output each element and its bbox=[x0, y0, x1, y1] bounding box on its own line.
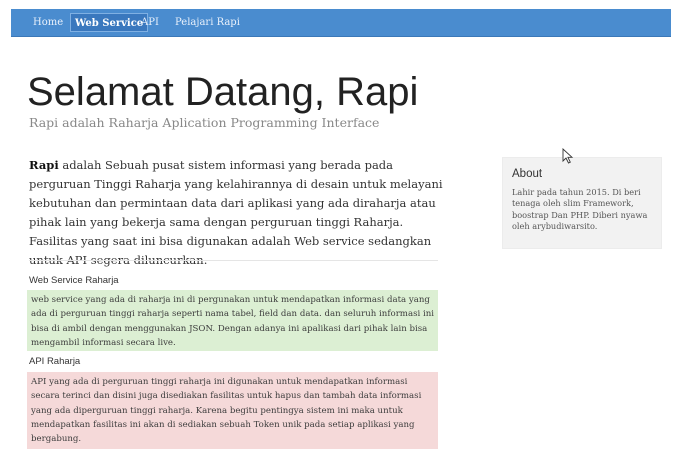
intro-paragraph: Rapi adalah Sebuah pusat sistem informas… bbox=[29, 156, 444, 270]
nav-pelajari-rapi-link[interactable]: Pelajari Rapi bbox=[171, 13, 244, 32]
intro-brand-name: Rapi bbox=[29, 158, 59, 172]
intro-text: adalah Sebuah pusat sistem informasi yan… bbox=[29, 158, 443, 267]
about-text: Lahir pada tahun 2015. Di beri tenaga ol… bbox=[512, 187, 648, 231]
divider bbox=[29, 260, 438, 261]
about-box: About Lahir pada tahun 2015. Di beri ten… bbox=[502, 157, 662, 249]
api-panel: API yang ada di perguruan tinggi raharja… bbox=[27, 372, 438, 449]
mouse-pointer-icon bbox=[562, 148, 574, 164]
nav-home-link[interactable]: Home bbox=[29, 13, 67, 32]
web-service-heading: Web Service Raharja bbox=[29, 275, 119, 286]
api-heading: API Raharja bbox=[29, 356, 81, 367]
page-subtitle: Rapi adalah Raharja Aplication Programmi… bbox=[29, 115, 380, 130]
about-title: About bbox=[512, 168, 543, 180]
api-text: API yang ada di perguruan tinggi raharja… bbox=[31, 377, 422, 445]
web-service-panel: web service yang ada di raharja ini di p… bbox=[27, 290, 438, 351]
web-service-text: web service yang ada di raharja ini di p… bbox=[31, 295, 434, 348]
nav-api-link[interactable]: API bbox=[137, 13, 163, 32]
page-title: Selamat Datang, Rapi bbox=[27, 70, 419, 114]
top-navbar: Home Web Service API Pelajari Rapi bbox=[11, 9, 671, 37]
